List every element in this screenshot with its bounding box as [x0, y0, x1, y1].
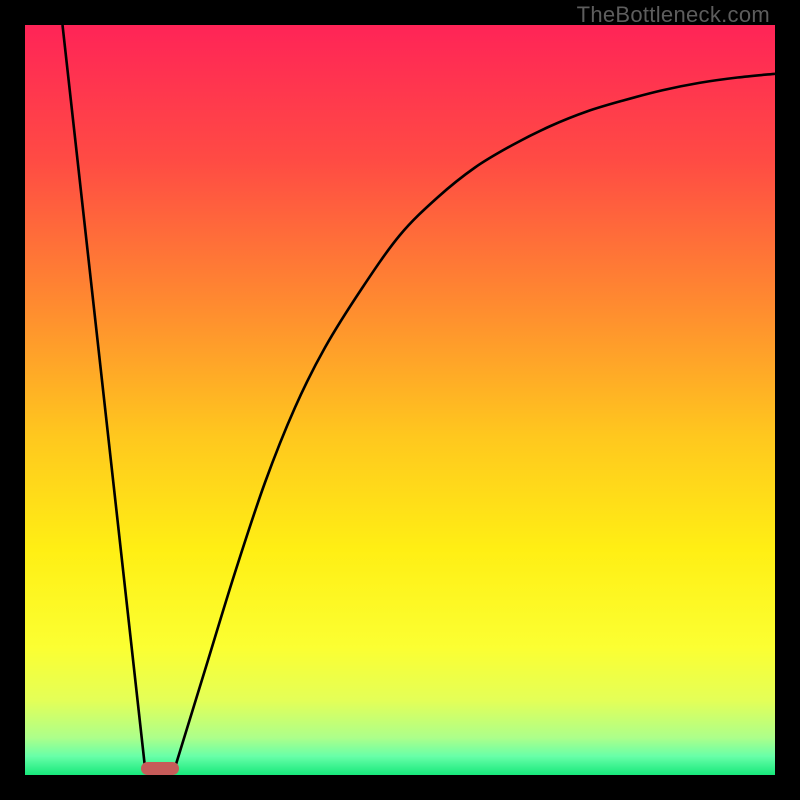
- curve-left-branch: [63, 25, 146, 768]
- plot-area: [25, 25, 775, 775]
- watermark-text: TheBottleneck.com: [577, 2, 770, 28]
- chart-frame: TheBottleneck.com: [0, 0, 800, 800]
- bottleneck-marker: [141, 762, 179, 776]
- curves-layer: [25, 25, 775, 775]
- curve-right-branch: [175, 74, 775, 768]
